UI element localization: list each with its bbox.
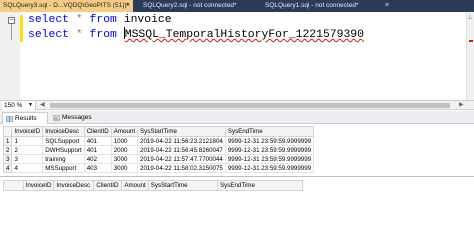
row-number[interactable]: 1 xyxy=(2,136,13,146)
keyword-select: select xyxy=(28,14,70,26)
operator-star: * xyxy=(75,29,83,41)
result-grid-1[interactable]: InvoiceID InvoiceDesc ClientID Amount Sy… xyxy=(2,126,315,173)
close-tab-icon[interactable]: × xyxy=(385,0,389,12)
grid-cell[interactable]: SQLSupport xyxy=(42,136,85,146)
error-marker xyxy=(469,40,473,42)
column-header[interactable]: InvoiceDesc xyxy=(42,126,85,137)
table-row[interactable]: 2 2 DWHSupport 401 2000 2019-04-22 11:56… xyxy=(2,145,315,155)
tab-sqlquery3[interactable]: SQLQuery3.sql - D...VQDQ\GeoPITS (51))* … xyxy=(0,0,133,12)
column-header[interactable]: ClientID xyxy=(93,180,123,191)
column-header[interactable]: InvoiceDesc xyxy=(53,180,95,191)
grid-cell-selected[interactable]: 1 xyxy=(11,136,44,146)
table-identifier: invoice xyxy=(123,14,172,26)
editor-margin xyxy=(0,12,20,100)
query-editor[interactable]: − select * from invoice select * from MS… xyxy=(0,12,474,100)
grid-cell[interactable]: 3000 xyxy=(110,154,139,164)
operator-star: * xyxy=(75,14,83,26)
chevron-down-icon: ▼ xyxy=(28,102,33,108)
tab-label: SQLQuery2.sql - not connected* xyxy=(143,2,237,9)
row-number[interactable]: 2 xyxy=(2,145,13,155)
table-row[interactable]: 1 1 SQLSupport 401 1000 2019-04-22 11:56… xyxy=(2,136,315,146)
grid-cell[interactable]: MSSupport xyxy=(42,163,85,173)
column-header[interactable]: SysStartTime xyxy=(137,126,226,137)
column-header[interactable]: SysEndTime xyxy=(224,126,315,137)
results-tab-bar: Results Messages xyxy=(0,111,474,124)
tab-messages[interactable]: Messages xyxy=(50,112,98,124)
grid-icon xyxy=(6,116,13,122)
keyword-select: select xyxy=(28,29,70,41)
message-icon xyxy=(53,115,60,121)
tab-label: Results xyxy=(15,115,37,122)
scroll-right-icon[interactable]: ▶ xyxy=(459,101,464,110)
outline-guide xyxy=(11,24,12,40)
scroll-left-icon[interactable]: ◀ xyxy=(40,101,45,110)
column-header[interactable]: SysEndTime xyxy=(217,180,303,191)
editor-horizontal-scrollbar[interactable]: 150 % ▼ ◀ ▶ xyxy=(0,100,474,110)
column-header[interactable]: InvoiceID xyxy=(11,126,44,137)
row-number[interactable]: 4 xyxy=(2,163,13,173)
document-tab-bar: SQLQuery3.sql - D...VQDQ\GeoPITS (51))* … xyxy=(0,0,474,12)
grid-cell[interactable]: 2019-04-22 11:56:23.2121804 xyxy=(137,136,226,146)
grid-cell[interactable]: 2019-04-22 11:56:45.8260047 xyxy=(137,145,226,155)
grid-cell[interactable]: 403 xyxy=(83,163,112,173)
grid-cell[interactable]: 3 xyxy=(11,154,44,164)
column-header[interactable]: InvoiceID xyxy=(22,180,55,191)
editor-vertical-scrollbar[interactable]: ⊥ xyxy=(466,12,474,100)
grid-header-row: InvoiceID InvoiceDesc ClientID Amount Sy… xyxy=(3,180,303,191)
grid-cell[interactable]: 401 xyxy=(83,145,112,155)
column-header[interactable]: Amount xyxy=(110,126,139,137)
grid-cell[interactable]: 9999-12-31 23:59:59.9999999 xyxy=(224,145,315,155)
tab-label: SQLQuery3.sql - D...VQDQ\GeoPITS (51))* xyxy=(3,2,130,9)
scroll-thumb[interactable] xyxy=(50,103,450,108)
column-header[interactable]: Amount xyxy=(121,180,149,191)
grid-cell[interactable]: 2019-04-22 11:58:02.3150075 xyxy=(137,163,226,173)
tab-sqlquery2[interactable]: SQLQuery2.sql - not connected* xyxy=(140,0,255,12)
tab-sqlquery1[interactable]: SQLQuery1.sql - not connected* × xyxy=(262,0,392,12)
table-row[interactable]: 3 3 training 402 3000 2019-04-22 11:57:4… xyxy=(2,154,315,164)
grid-divider xyxy=(0,176,474,177)
grid-cell[interactable]: 9999-12-31 23:59:59.9999999 xyxy=(224,154,315,164)
grid-cell[interactable]: 9999-12-31 23:59:59.9999999 xyxy=(224,163,315,173)
tab-label: SQLQuery1.sql - not connected* xyxy=(265,2,359,9)
result-grid-2[interactable]: InvoiceID InvoiceDesc ClientID Amount Sy… xyxy=(3,180,303,191)
keyword-from: from xyxy=(89,29,117,41)
grid-cell[interactable]: 401 xyxy=(83,136,112,146)
grid-cell[interactable]: 9999-12-31 23:59:59.9999999 xyxy=(224,136,315,146)
tab-results[interactable]: Results xyxy=(2,112,48,124)
close-tab-icon[interactable]: × xyxy=(126,0,130,12)
zoom-select[interactable]: 150 % ▼ xyxy=(2,101,36,110)
change-tracking-bar xyxy=(20,15,23,42)
column-header[interactable]: SysStartTime xyxy=(147,180,219,191)
column-header[interactable]: ClientID xyxy=(83,126,112,137)
zoom-value: 150 % xyxy=(4,102,23,109)
grid-header-row: InvoiceID InvoiceDesc ClientID Amount Sy… xyxy=(2,126,315,137)
tab-label: Messages xyxy=(62,114,92,121)
split-view-icon[interactable]: ⊥ xyxy=(466,14,474,22)
grid-cell[interactable]: 2 xyxy=(11,145,44,155)
table-row[interactable]: 4 4 MSSupport 403 3000 2019-04-22 11:58:… xyxy=(2,163,315,173)
keyword-from: from xyxy=(89,14,117,26)
grid-cell[interactable]: 402 xyxy=(83,154,112,164)
grid-cell[interactable]: training xyxy=(42,154,85,164)
code-line-2[interactable]: select * from MSSQL_TemporalHistoryFor_1… xyxy=(28,27,364,41)
grid-cell[interactable]: 1000 xyxy=(110,136,139,146)
grid-cell[interactable]: 4 xyxy=(11,163,44,173)
grid-cell[interactable]: 2019-04-22 11:57:47.7700044 xyxy=(137,154,226,164)
grid-corner[interactable] xyxy=(3,180,24,191)
grid-corner[interactable] xyxy=(2,126,13,137)
grid-cell[interactable]: DWHSupport xyxy=(42,145,85,155)
code-line-1[interactable]: select * from invoice xyxy=(28,13,172,27)
row-number[interactable]: 3 xyxy=(2,154,13,164)
table-identifier-error: MSSQL_TemporalHistoryFor_1221579390 xyxy=(124,29,364,41)
grid-cell[interactable]: 2000 xyxy=(110,145,139,155)
collapse-toggle-icon[interactable]: − xyxy=(8,17,15,24)
grid-cell[interactable]: 3000 xyxy=(110,163,139,173)
